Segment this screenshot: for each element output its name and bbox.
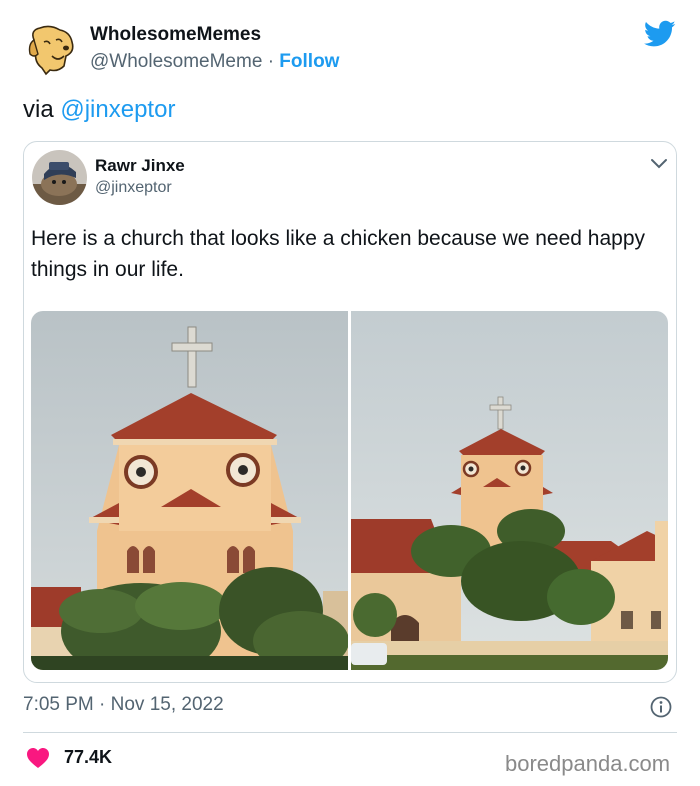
watermark: boredpanda.com xyxy=(505,751,671,776)
tweet-timestamp[interactable]: 7:05 PM · Nov 15, 2022 xyxy=(23,694,224,716)
like-count[interactable]: 77.4K xyxy=(64,747,112,768)
heart-icon[interactable] xyxy=(26,747,50,769)
follow-button[interactable]: Follow xyxy=(279,51,339,72)
author-handle-row: @WholesomeMeme · Follow xyxy=(90,51,339,73)
tweet-card: WholesomeMemes @WholesomeMeme · Follow v… xyxy=(0,0,700,786)
author-handle[interactable]: @WholesomeMeme xyxy=(90,51,262,72)
chevron-down-icon[interactable] xyxy=(650,157,668,171)
tweet-text: via @jinxeptor xyxy=(23,96,175,124)
author-name[interactable]: WholesomeMemes xyxy=(90,24,261,46)
quoted-author-name[interactable]: Rawr Jinxe xyxy=(95,156,185,176)
church-closeup-photo[interactable] xyxy=(31,311,348,670)
photo-grid xyxy=(31,311,668,670)
divider xyxy=(23,732,677,733)
dog-avatar-icon[interactable] xyxy=(20,18,80,78)
quoted-tweet-text: Here is a church that looks like a chick… xyxy=(31,227,646,281)
quoted-tweet[interactable]: Rawr Jinxe @jinxeptor Here is a church t… xyxy=(23,141,677,683)
info-icon[interactable] xyxy=(650,696,672,718)
quoted-avatar[interactable] xyxy=(32,150,87,205)
twitter-bird-icon[interactable] xyxy=(643,20,676,48)
quoted-author-handle[interactable]: @jinxeptor xyxy=(95,179,172,197)
church-wide-photo[interactable] xyxy=(351,311,668,670)
mention-link[interactable]: @jinxeptor xyxy=(60,96,175,123)
tweet-text-prefix: via xyxy=(23,96,54,123)
separator-dot: · xyxy=(267,51,275,72)
